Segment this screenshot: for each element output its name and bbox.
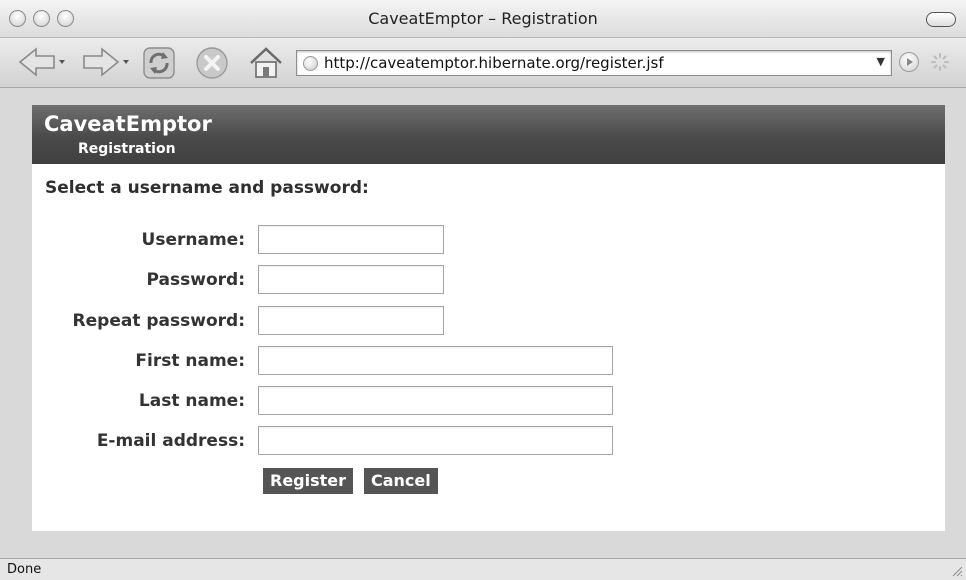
email-field[interactable] <box>258 426 613 455</box>
status-bar: Done <box>0 558 966 580</box>
repeat-password-field[interactable] <box>258 306 444 335</box>
first-name-label: First name: <box>135 351 245 371</box>
url-text: http://caveatemptor.hibernate.org/regist… <box>324 54 664 72</box>
back-icon[interactable] <box>16 45 68 79</box>
reload-icon[interactable] <box>141 45 177 81</box>
password-field[interactable] <box>258 265 444 294</box>
go-icon[interactable] <box>899 52 919 72</box>
site-title: CaveatEmptor <box>44 112 212 136</box>
page-subtitle: Registration <box>78 141 176 157</box>
url-history-dropdown-icon[interactable]: ▼ <box>877 55 885 68</box>
register-button[interactable]: Register <box>263 468 354 494</box>
browser-toolbar: http://caveatemptor.hibernate.org/regist… <box>0 38 966 88</box>
registration-panel: CaveatEmptor Registration Select a usern… <box>32 105 945 531</box>
email-label: E-mail address: <box>96 431 245 451</box>
page-header: CaveatEmptor Registration <box>32 105 945 164</box>
window-title: CaveatEmptor – Registration <box>368 9 598 28</box>
username-label: Username: <box>141 230 245 250</box>
first-name-field[interactable] <box>258 346 613 375</box>
toolbar-toggle-button[interactable] <box>926 12 956 27</box>
spinner-icon <box>931 53 949 71</box>
resize-grip-icon[interactable] <box>951 565 963 577</box>
cancel-button[interactable]: Cancel <box>364 468 438 494</box>
home-icon[interactable] <box>247 45 285 81</box>
password-label: Password: <box>146 270 245 290</box>
forward-icon[interactable] <box>80 45 132 79</box>
status-text: Done <box>7 562 42 577</box>
window-title-bar: CaveatEmptor – Registration <box>0 0 966 38</box>
last-name-field[interactable] <box>258 386 613 415</box>
stop-icon[interactable] <box>194 45 230 81</box>
repeat-password-label: Repeat password: <box>72 311 245 331</box>
form-heading: Select a username and password: <box>45 178 369 198</box>
site-icon <box>303 56 318 71</box>
last-name-label: Last name: <box>138 391 245 411</box>
username-field[interactable] <box>258 225 444 254</box>
address-bar[interactable]: http://caveatemptor.hibernate.org/regist… <box>296 50 892 76</box>
